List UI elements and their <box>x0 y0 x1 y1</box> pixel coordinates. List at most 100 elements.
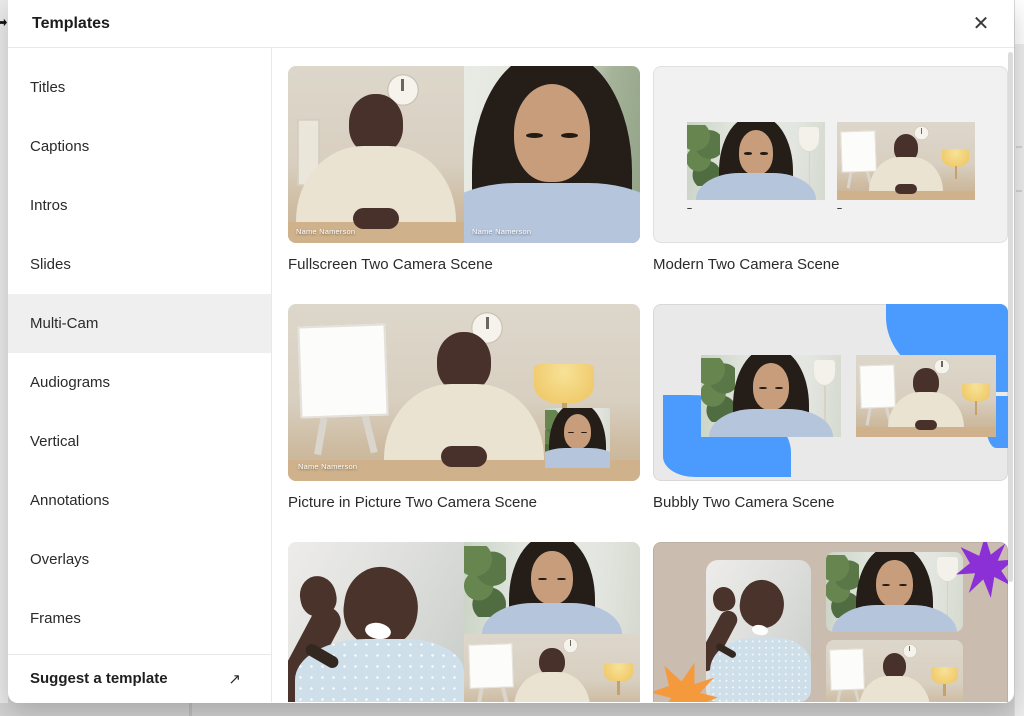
person-body <box>696 173 816 200</box>
camera-frame <box>826 640 963 702</box>
template-title: Fullscreen Two Camera Scene <box>288 256 640 274</box>
person-hands <box>895 184 916 194</box>
sidebar-item-slides[interactable]: Slides <box>8 235 271 294</box>
underlying-app-bottom-edge <box>0 703 1014 716</box>
dialog-title: Templates <box>32 15 110 33</box>
cursor-arrow-icon <box>0 18 7 27</box>
tick-mark <box>1016 190 1022 192</box>
scene-woman-room <box>464 542 640 634</box>
person-hands <box>915 420 937 430</box>
camera-frame <box>706 560 811 702</box>
name-placeholder-dash: – <box>837 204 842 213</box>
camera-frame <box>288 542 464 702</box>
camera-frame: Name Namerson <box>288 66 464 243</box>
template-card-modern-two-camera[interactable]: – – <box>653 66 1008 243</box>
dialog-body: Titles Captions Intros Slides Multi-Cam … <box>8 48 1014 702</box>
template-gallery: Name Namerson Name Namerson <box>272 48 1014 702</box>
pip-camera-frame <box>545 408 610 468</box>
suggest-template-label: Suggest a template <box>30 670 168 687</box>
suggest-template-button[interactable]: Suggest a template ↗ <box>8 655 271 702</box>
camera-frame <box>701 355 841 437</box>
person-body <box>859 676 929 702</box>
template-block <box>288 542 640 702</box>
sidebar-item-captions[interactable]: Captions <box>8 117 271 176</box>
camera-frame <box>464 542 640 634</box>
camera-frame <box>837 122 975 200</box>
sidebar-item-annotations[interactable]: Annotations <box>8 471 271 530</box>
arrow-up-right-icon: ↗ <box>228 670 241 688</box>
scene-man-room <box>856 355 996 437</box>
template-card-bubbly-two-camera[interactable] <box>653 304 1008 481</box>
scene-man-desk <box>288 66 464 243</box>
clock-icon <box>563 638 578 653</box>
sidebar-item-audiograms[interactable]: Audiograms <box>8 353 271 412</box>
template-preview-illustration <box>288 542 640 702</box>
template-card-fullscreen-two-camera[interactable]: Name Namerson Name Namerson <box>288 66 640 243</box>
scene-woman-room <box>687 122 825 200</box>
whiteboard <box>469 643 515 689</box>
person-body <box>709 409 834 437</box>
camera-frame <box>826 552 963 632</box>
underlying-app-right-edge <box>1014 0 1024 716</box>
lamp <box>604 663 633 682</box>
screen: Templates ✕ Titles Captions Intros Slide… <box>0 0 1024 716</box>
camera-frame <box>464 634 640 702</box>
sidebar-item-overlays[interactable]: Overlays <box>8 530 271 589</box>
starburst-purple-icon <box>956 542 1008 598</box>
sidebar-item-titles[interactable]: Titles <box>8 58 271 117</box>
whiteboard <box>829 649 865 691</box>
camera-frame <box>687 122 825 200</box>
floor-lamp <box>814 360 835 386</box>
person-hands <box>441 446 487 467</box>
person-face <box>739 130 774 175</box>
sidebar-item-intros[interactable]: Intros <box>8 176 271 235</box>
template-title: Picture in Picture Two Camera Scene <box>288 494 640 512</box>
speaker-name-label: Name Namerson <box>298 462 357 471</box>
speaker-name-label: Name Namerson <box>472 227 531 236</box>
sidebar-item-frames[interactable]: Frames <box>8 589 271 648</box>
template-title: Bubbly Two Camera Scene <box>653 494 1008 512</box>
name-placeholder-dash: – <box>687 204 692 213</box>
lamp <box>534 364 594 404</box>
person-face <box>753 363 789 410</box>
lamp <box>931 667 957 685</box>
close-icon[interactable]: ✕ <box>968 11 994 37</box>
person-hands <box>353 208 399 229</box>
whiteboard <box>297 324 388 419</box>
scene-man-room <box>464 634 640 702</box>
template-title: Modern Two Camera Scene <box>653 256 1008 274</box>
clock-icon <box>914 126 929 141</box>
template-card-pip-two-camera[interactable]: Name Namerson <box>288 304 640 481</box>
floor-lamp <box>799 127 820 152</box>
scene-laughing-man <box>706 560 811 702</box>
whiteboard <box>840 131 876 173</box>
person-head <box>736 577 787 631</box>
template-block: Bubbly Two Camera Scene <box>653 304 1008 512</box>
template-card-playful-collage[interactable] <box>653 542 1008 702</box>
camera-frame <box>856 355 996 437</box>
clock-icon <box>934 359 949 374</box>
tick-mark <box>1016 146 1022 148</box>
lamp <box>942 149 970 167</box>
template-block <box>653 542 1008 702</box>
whiteboard <box>859 364 895 408</box>
person-body <box>514 672 591 702</box>
scene-man-room <box>826 640 963 702</box>
template-preview-illustration: Name Namerson Name Namerson <box>288 66 640 243</box>
sidebar-item-vertical[interactable]: Vertical <box>8 412 271 471</box>
underlying-app-left-edge <box>0 0 8 703</box>
camera-frame: Name Namerson <box>464 66 640 243</box>
template-category-sidebar: Titles Captions Intros Slides Multi-Cam … <box>8 48 272 702</box>
plant <box>464 546 506 618</box>
gallery-scrollbar[interactable] <box>1008 52 1013 582</box>
person-face <box>876 560 912 607</box>
scene-woman-closeup <box>464 66 640 243</box>
person-face <box>564 414 591 449</box>
divider-tick <box>189 703 192 716</box>
template-block: – – Modern Two Camera Scene <box>653 66 1008 274</box>
sidebar-item-multicam[interactable]: Multi-Cam <box>8 294 271 353</box>
template-block: Name Namerson Name Namerson <box>288 66 640 274</box>
speaker-name-label: Name Namerson <box>296 227 355 236</box>
camera-column <box>464 542 640 702</box>
template-card-grid-collage[interactable] <box>288 542 640 702</box>
